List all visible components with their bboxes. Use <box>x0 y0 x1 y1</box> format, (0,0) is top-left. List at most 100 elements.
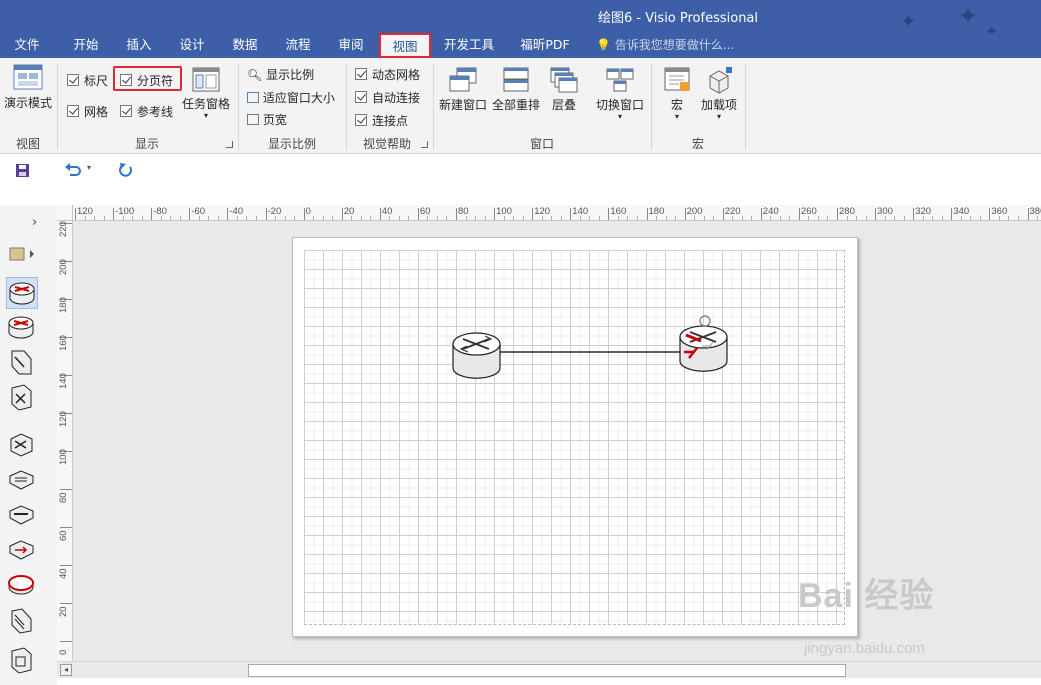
new-window-button[interactable]: 新建窗口 <box>437 66 489 113</box>
switch-windows-button[interactable]: 切换窗口 ▾ <box>593 66 647 121</box>
macros-button[interactable]: 宏 ▾ <box>657 66 697 121</box>
ruler-tick-label: 80 <box>58 492 69 503</box>
ruler-minor-tick <box>560 216 562 220</box>
undo-icon[interactable] <box>64 162 82 178</box>
autoconnect-label: 自动连接 <box>372 91 421 105</box>
tab-insert[interactable]: 插入 <box>115 33 163 58</box>
ruler-minor-tick <box>617 216 619 220</box>
router-alt-stencil-shape[interactable] <box>6 312 38 344</box>
tab-developer[interactable]: 开发工具 <box>438 33 500 58</box>
ring-router-stencil-shape[interactable] <box>6 569 38 601</box>
zoom-button[interactable]: 🔍︎ 显示比例 <box>247 66 314 83</box>
cascade-label: 层叠 <box>551 98 576 112</box>
drawing-page[interactable] <box>292 237 858 637</box>
router-stencil-shape[interactable] <box>6 277 38 309</box>
page-width-icon <box>247 114 259 125</box>
switch-stencil-shape[interactable] <box>6 464 38 496</box>
bridge-stencil-shape[interactable] <box>6 534 38 566</box>
ruler-tick <box>760 208 762 220</box>
tab-data[interactable]: 数据 <box>221 33 269 58</box>
dynamic-grid-checkbox[interactable]: 动态网格 <box>355 66 420 83</box>
ruler-minor-tick <box>827 216 829 220</box>
dropdown-arrow-icon: ▾ <box>716 112 721 121</box>
router-shape-left[interactable] <box>452 332 501 379</box>
ruler-minor-tick <box>941 216 943 220</box>
ruler-corner <box>57 205 73 221</box>
redo-icon[interactable] <box>118 162 134 178</box>
add-ons-icon <box>709 67 732 94</box>
scroll-left-arrow-icon[interactable]: ◂ <box>60 664 72 676</box>
ruler-tick <box>951 208 953 220</box>
ruler-tick <box>60 565 72 566</box>
horizontal-scrollbar[interactable]: ◂ <box>57 661 1041 678</box>
task-panes-button[interactable]: 任务窗格 ▾ <box>180 67 232 120</box>
ruler-tick <box>570 208 572 220</box>
tell-me-box[interactable]: 💡 告诉我您想要做什么... <box>596 33 734 58</box>
ruler-minor-tick <box>236 216 238 220</box>
ruler-minor-tick <box>675 216 677 220</box>
ruler-minor-tick <box>84 216 86 220</box>
add-ons-button[interactable]: 加载项 ▾ <box>698 66 740 121</box>
tab-home[interactable]: 开始 <box>62 33 110 58</box>
scrollbar-thumb[interactable] <box>248 664 846 677</box>
ruler-minor-tick <box>598 216 600 220</box>
ruler-tick-label: 40 <box>58 568 69 579</box>
ruler-minor-tick <box>894 216 896 220</box>
tab-process[interactable]: 流程 <box>274 33 322 58</box>
fit-to-window-button[interactable]: 适应窗口大小 <box>247 89 335 106</box>
expand-panel-chevron-icon[interactable]: › <box>32 215 37 230</box>
save-icon[interactable] <box>15 163 30 178</box>
tab-design[interactable]: 设计 <box>168 33 216 58</box>
ruler-checkbox[interactable]: 标尺 <box>67 72 108 89</box>
multilayer-switch-stencil-shape[interactable] <box>6 429 38 461</box>
ruler-tick <box>532 208 534 220</box>
presentation-mode-button[interactable]: 演示模式 <box>2 64 54 111</box>
autoconnect-checkbox[interactable]: 自动连接 <box>355 89 420 106</box>
ruler-tick <box>379 208 381 220</box>
ruler-tick-label: 120 <box>58 411 69 427</box>
ribbon: 演示模式 视图 标尺 分页符 网格 参考线 任务窗格 ▾ 显示 🔍︎ 显示比例 … <box>0 58 1041 154</box>
ruler-minor-tick <box>313 216 315 220</box>
router-shape-right-selected[interactable] <box>679 315 728 372</box>
switch-cube-stencil-shape[interactable] <box>6 382 38 414</box>
ring-router-icon <box>8 575 34 595</box>
stencil-menu-button[interactable] <box>9 246 37 265</box>
tab-foxit-pdf[interactable]: 福昕PDF <box>514 33 576 58</box>
vertical-ruler: 220 200 180 160 140 120 100 80 60 40 20 0 <box>57 221 73 661</box>
arrange-all-button[interactable]: 全部重排 <box>490 66 542 113</box>
arrange-all-icon <box>503 67 529 92</box>
hub-icon <box>9 505 34 525</box>
show-dialog-launcher-icon[interactable] <box>226 141 233 148</box>
firewall-stencil-shape[interactable] <box>6 347 38 379</box>
ruler-minor-tick <box>1017 216 1019 220</box>
visual-aids-dialog-launcher-icon[interactable] <box>421 141 428 148</box>
ruler-tick <box>913 208 915 220</box>
server-stencil-shape[interactable] <box>6 645 38 677</box>
ruler-minor-tick <box>103 216 105 220</box>
tab-review[interactable]: 审阅 <box>327 33 375 58</box>
ruler-minor-tick <box>922 216 924 220</box>
guides-checkbox[interactable]: 参考线 <box>120 103 173 120</box>
switch-windows-icon <box>606 68 634 92</box>
ruler-minor-tick <box>484 216 486 220</box>
connection-points-checkbox[interactable]: 连接点 <box>355 112 408 129</box>
ruler-tick <box>417 208 419 220</box>
ruler-minor-tick <box>694 216 696 220</box>
bridge-icon <box>9 540 34 560</box>
stack-stencil-shape[interactable] <box>6 605 38 637</box>
ruler-minor-tick <box>817 216 819 220</box>
tab-file[interactable]: 文件 <box>2 33 52 58</box>
ruler-tick-label: 180 <box>58 297 69 313</box>
hub-stencil-shape[interactable] <box>6 499 38 531</box>
ruler-minor-tick <box>884 216 886 220</box>
ribbon-tab-bar: 文件 开始 插入 设计 数据 流程 审阅 视图 开发工具 福昕PDF 💡 告诉我… <box>0 33 1041 58</box>
ruler-tick <box>608 208 610 220</box>
tab-view[interactable]: 视图 <box>379 33 431 58</box>
grid-checkbox[interactable]: 网格 <box>67 103 108 120</box>
ruler-minor-tick <box>389 216 391 220</box>
ruler-tick <box>151 208 153 220</box>
cascade-button[interactable]: 层叠 <box>544 66 584 113</box>
page-width-button[interactable]: 页宽 <box>247 111 287 128</box>
stack-icon <box>11 608 32 634</box>
undo-dropdown-icon[interactable]: ▾ <box>87 163 91 172</box>
